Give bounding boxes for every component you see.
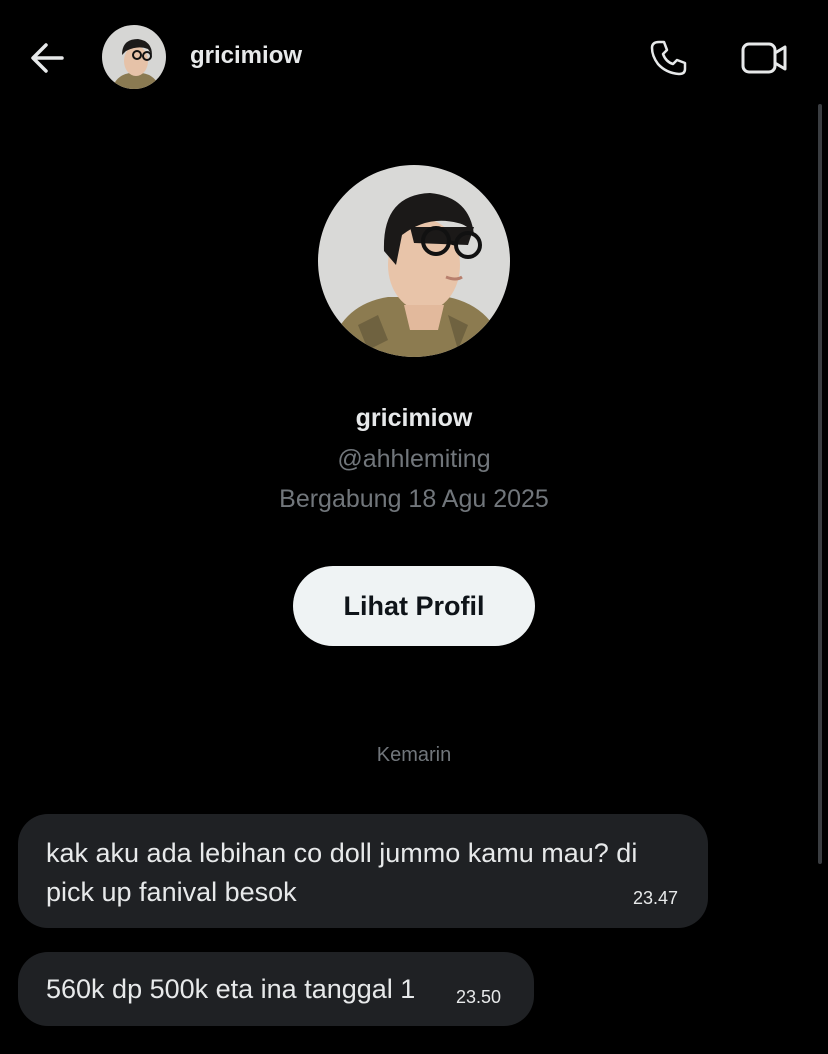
- message-timestamp: 23.50: [456, 987, 502, 1007]
- arrow-left-icon: [31, 43, 64, 73]
- message-bubble[interactable]: 560k dp 500k eta ina tanggal 1 23.50: [18, 952, 534, 1026]
- voice-call-button[interactable]: [646, 36, 690, 80]
- view-profile-button[interactable]: Lihat Profil: [293, 566, 535, 646]
- message-timestamp: 23.47: [632, 888, 678, 908]
- profile-handle: @ahhlemiting: [337, 445, 491, 473]
- message-text: kak aku ada lebihan co doll jummo kamu m…: [46, 838, 638, 907]
- back-button[interactable]: [26, 38, 70, 78]
- profile-display-name: gricimiow: [355, 404, 473, 432]
- profile-joined-date: Bergabung 18 Agu 2025: [279, 485, 549, 513]
- date-separator: Kemarin: [376, 744, 452, 766]
- avatar-photo: [102, 25, 166, 89]
- profile-avatar[interactable]: [318, 165, 510, 357]
- message-text: 560k dp 500k eta ina tanggal 1: [46, 974, 416, 1004]
- chat-header: gricimiow: [0, 0, 828, 114]
- phone-icon: [650, 40, 687, 76]
- header-avatar[interactable]: [102, 25, 166, 89]
- video-call-button[interactable]: [738, 36, 790, 80]
- video-camera-icon: [741, 42, 787, 74]
- message-bubble[interactable]: kak aku ada lebihan co doll jummo kamu m…: [18, 814, 708, 928]
- header-username[interactable]: gricimiow: [190, 42, 302, 70]
- avatar-photo: [318, 165, 510, 357]
